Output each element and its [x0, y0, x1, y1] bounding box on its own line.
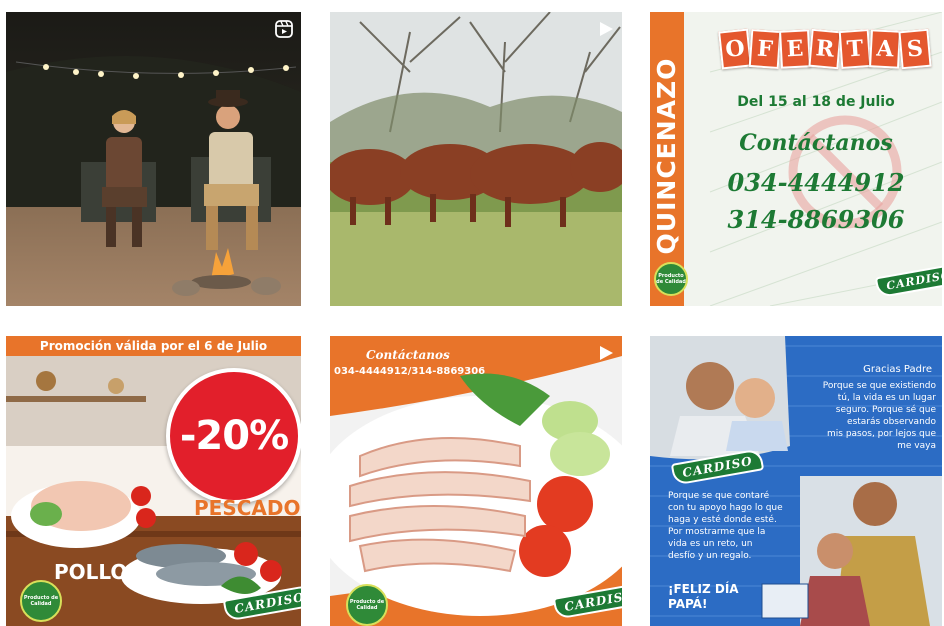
- greeting-line-1: ¡FELIZ DÍA: [668, 582, 739, 596]
- message-line: estarás observando: [847, 417, 936, 427]
- message-line: Por mostrarme que la: [668, 527, 766, 537]
- campfire-photo: [6, 12, 301, 306]
- quality-seal: Producto de Calidad: [346, 584, 388, 626]
- message-line: tú, la vida es un lugar: [837, 393, 936, 403]
- ofertas-letter: S: [898, 28, 932, 70]
- greeting: ¡FELIZ DÍA PAPÁ!: [668, 582, 739, 612]
- message-line: Porque se que existiendo: [822, 381, 936, 391]
- ofertas-dates: Del 15 al 18 de Julio: [737, 94, 895, 110]
- message-line: me vaya: [897, 441, 936, 451]
- phone-number-2: 314-8869306: [727, 205, 905, 234]
- discount-badge: -20%: [166, 368, 301, 504]
- quincenazo-vertical-text: QUINCENAZO: [650, 27, 684, 285]
- cattle-photo: [330, 12, 622, 306]
- promo-banner-text: Promoción válida por el 6 de Julio: [39, 339, 268, 353]
- bacon-plate-photo: [330, 336, 622, 626]
- greeting-line-2: PAPÁ!: [668, 597, 708, 611]
- play-icon: [600, 22, 613, 36]
- post-fathers-day[interactable]: Gracias Padre Porque se que existiendo t…: [650, 336, 942, 626]
- post-cattle-field[interactable]: [330, 12, 622, 306]
- post-campfire-couple[interactable]: [6, 12, 301, 306]
- message-line: mis pasos, por lejos que: [827, 429, 936, 439]
- ofertas-letter: O: [718, 28, 752, 70]
- quality-seal: Producto de Calidad: [20, 580, 62, 622]
- phone-number-1: 034-4444912: [727, 168, 905, 197]
- chicken-label: POLLO: [54, 560, 128, 584]
- quincenazo-label: QUINCENAZO: [652, 57, 681, 255]
- message-line: con tu apoyo hago lo que: [668, 503, 783, 513]
- ofertas-letter: F: [748, 28, 782, 70]
- contact-label: Contáctanos: [739, 130, 893, 156]
- message-line: seguro. Porque sé que: [835, 405, 936, 415]
- ofertas-letter: R: [808, 28, 842, 70]
- reel-icon: [275, 20, 293, 38]
- quality-seal: Producto de Calidad: [654, 262, 688, 296]
- message-line: desfío y un regalo.: [668, 551, 752, 561]
- message-bottom: Porque se que contaré con tu apoyo hago …: [668, 490, 818, 562]
- message-top: Porque se que existiendo tú, la vida es …: [786, 380, 936, 452]
- ofertas-letter: T: [838, 28, 872, 70]
- gracias-heading: Gracias Padre: [863, 364, 932, 375]
- promo-banner: Promoción válida por el 6 de Julio: [6, 336, 301, 356]
- ofertas-letter: A: [869, 29, 901, 69]
- discount-text: -20%: [179, 413, 289, 459]
- message-line: haga y esté donde esté.: [668, 515, 777, 525]
- fish-label: PESCADO: [194, 496, 301, 520]
- play-icon: [600, 346, 613, 360]
- phone-numbers: 034-4444912/314-8869306: [334, 366, 486, 377]
- message-line: vida es un reto, un: [668, 539, 753, 549]
- contact-label: Contáctanos: [366, 348, 450, 362]
- post-bacon[interactable]: Contáctanos 034-4444912/314-8869306 Prod…: [330, 336, 622, 626]
- ofertas-letter: E: [779, 29, 811, 69]
- post-ofertas[interactable]: QUINCENAZO O F E R T A S Del 15 al 18 de…: [650, 12, 942, 306]
- post-promo-20[interactable]: Promoción válida por el 6 de Julio -20% …: [6, 336, 301, 626]
- message-line: Porque se que contaré: [668, 491, 770, 501]
